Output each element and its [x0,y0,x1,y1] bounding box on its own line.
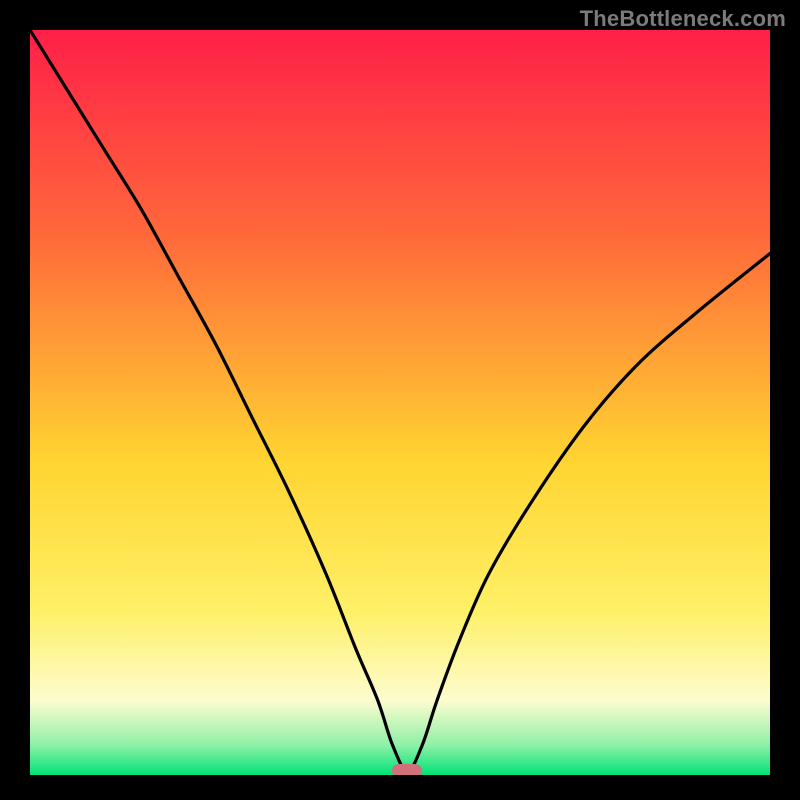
watermark-text: TheBottleneck.com [580,6,786,32]
bottleneck-curve [30,30,770,775]
plot-area [30,30,770,775]
chart-frame: TheBottleneck.com [0,0,800,800]
optimal-point-marker [392,764,422,775]
